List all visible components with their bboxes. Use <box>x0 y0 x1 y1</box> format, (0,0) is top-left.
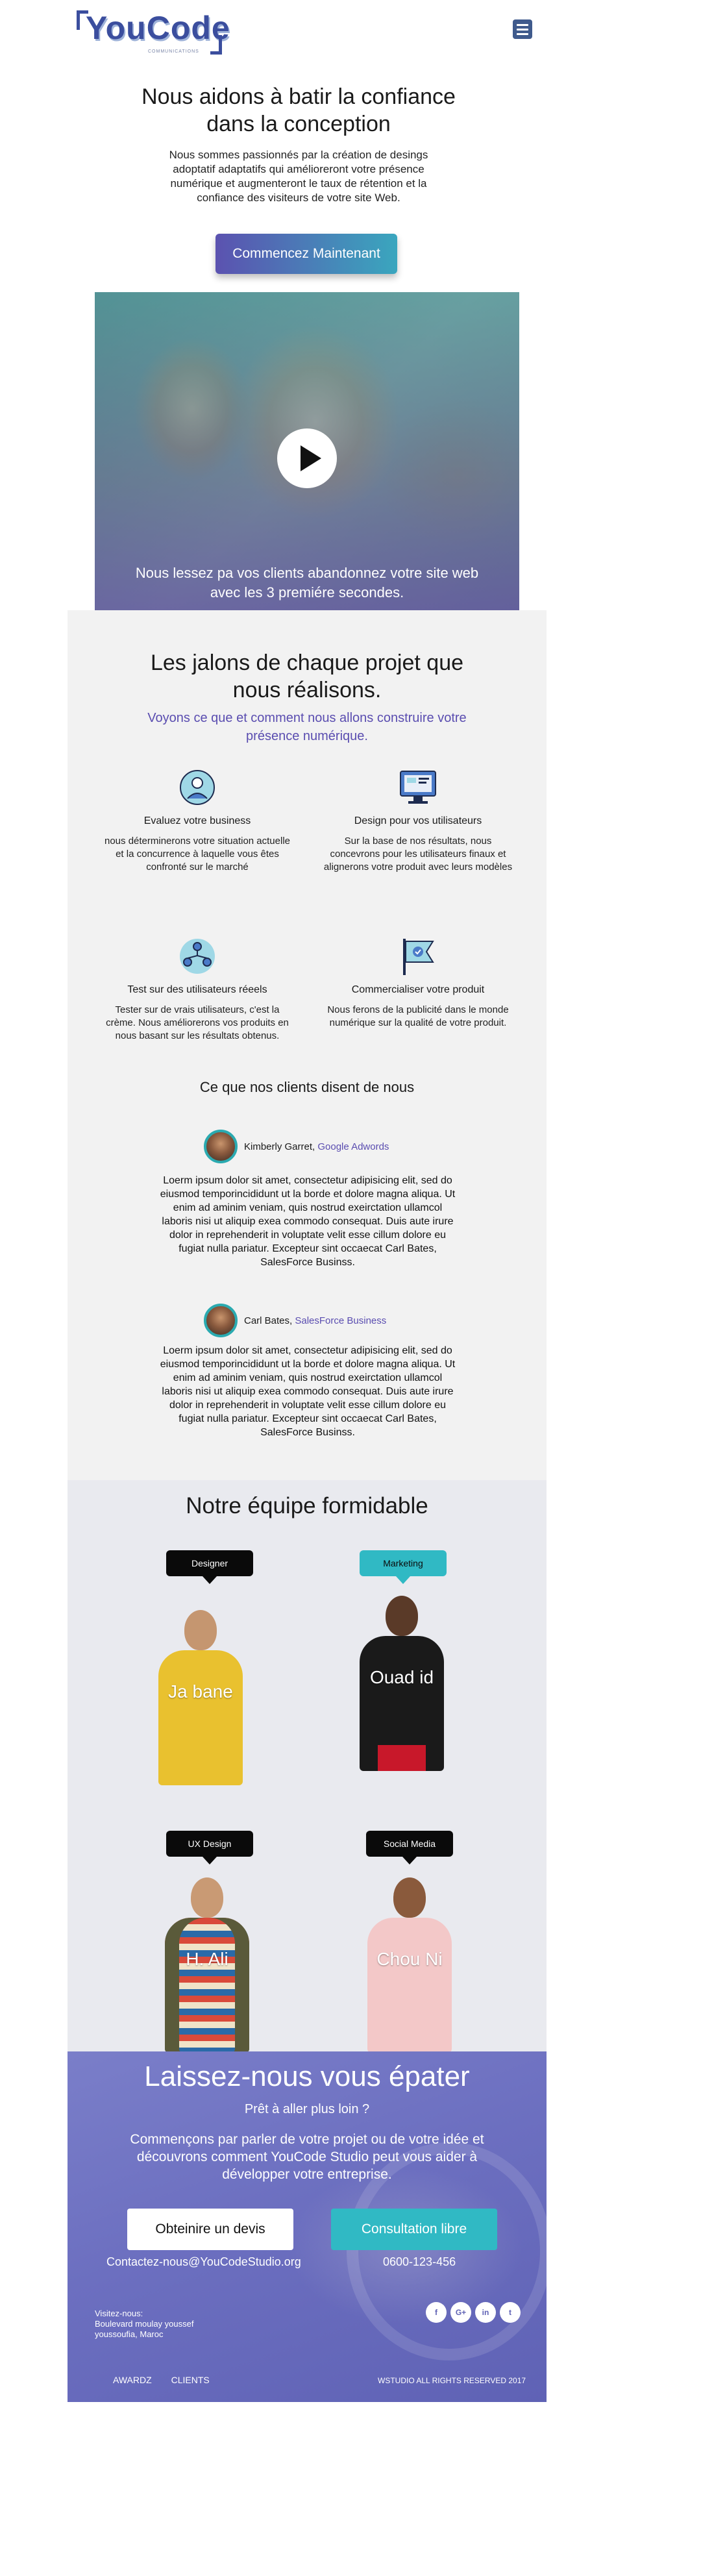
member-body <box>367 1918 452 2053</box>
member-head <box>191 1877 223 1918</box>
get-quote-button[interactable]: Obteinire un devis <box>127 2209 293 2250</box>
copyright-text: WSTUDIO ALL RIGHTS RESERVED 2017 <box>378 2376 526 2385</box>
feature-title: Commercialiser votre produit <box>351 984 485 995</box>
feature-design: Design pour vos utilisateurs Sur la base… <box>321 766 515 874</box>
team-section: Notre équipe formidable Designer Ja bane… <box>68 1480 547 2053</box>
author-company[interactable]: SalesForce Business <box>295 1315 386 1326</box>
avatar <box>204 1304 238 1337</box>
start-now-button[interactable]: Commencez Maintenant <box>215 234 397 274</box>
users-network-icon <box>176 935 219 978</box>
monitor-design-icon <box>397 766 439 809</box>
member-name: Ouad id <box>369 1667 434 1687</box>
visit-label: Visitez-nous: <box>95 2309 143 2318</box>
footer-title: Laissez-nous vous épater <box>144 2061 470 2092</box>
testimonial-text: Loerm ipsum dolor sit amet, consectetur … <box>160 1345 456 1438</box>
author-name: Kimberly Garret, <box>244 1141 318 1152</box>
address-block: Visitez-nous: Boulevard moulay youssef y… <box>95 2309 238 2340</box>
team-member-card[interactable]: Ja bane <box>152 1610 249 1785</box>
member-name: Ja bane <box>168 1681 233 1702</box>
feature-text: Sur la base de nos résultats, nous conce… <box>323 836 513 873</box>
youcode-logo[interactable]: YouCode COMMUNICATIONS <box>77 9 232 55</box>
feature-test: Test sur des utilisateurs réeels Tester … <box>100 935 295 1043</box>
member-body <box>165 1918 249 2053</box>
team-member-card[interactable]: H. Ali <box>158 1877 256 2053</box>
author-company[interactable]: Google Adwords <box>317 1141 389 1152</box>
team-member-card[interactable]: Chou Ni <box>361 1877 458 2053</box>
role-badge: Social Media <box>366 1831 453 1864</box>
free-consultation-button[interactable]: Consultation libre <box>331 2209 497 2250</box>
flag-check-icon <box>397 935 439 978</box>
menu-line <box>517 24 528 26</box>
testimonial-author: Kimberly Garret, Google Adwords <box>244 1141 389 1152</box>
contact-email-link[interactable]: Contactez-nous@YouCodeStudio.org <box>106 2255 301 2269</box>
footer-link-clients[interactable]: CLIENTS <box>171 2375 210 2385</box>
promo-video[interactable]: Nous lessez pa vos clients abandonnez vo… <box>95 292 519 632</box>
address-text: Boulevard moulay youssef youssoufia, Mar… <box>95 2319 194 2339</box>
testimonials-title: Ce que nos clients disent de nous <box>199 1079 415 1095</box>
feature-title: Evaluez votre business <box>143 815 251 826</box>
team-member-card[interactable]: Ouad id <box>353 1596 450 1771</box>
feature-market: Commercialiser votre produit Nous ferons… <box>321 935 515 1030</box>
footer-subtitle: Prêt à aller plus loin ? <box>244 2102 370 2116</box>
globe-person-icon <box>176 766 219 809</box>
footer-description: Commençons par parler de votre projet ou… <box>130 2132 484 2182</box>
member-name: H. Ali <box>186 1949 228 1969</box>
hero-description: Nous sommes passionnés par la création d… <box>169 149 428 204</box>
member-body <box>158 1650 243 1785</box>
milestones-subtitle: Voyons ce que et comment nous allons con… <box>147 711 467 743</box>
linkedin-icon[interactable]: in <box>475 2302 496 2323</box>
member-legs <box>378 1745 426 1771</box>
role-badge: Designer <box>166 1550 253 1584</box>
social-links: f G+ in t <box>426 2302 524 2323</box>
play-icon[interactable] <box>277 428 337 488</box>
author-name: Carl Bates, <box>244 1315 295 1326</box>
contact-phone-link[interactable]: 0600-123-456 <box>383 2255 456 2269</box>
footer-links: AWARDZ CLIENTS <box>113 2375 229 2385</box>
footer-link-awardz[interactable]: AWARDZ <box>113 2375 152 2385</box>
feature-title: Design pour vos utilisateurs <box>354 815 482 826</box>
role-badge: UX Design <box>166 1831 253 1864</box>
member-name: Chou Ni <box>376 1949 443 1969</box>
logo-text: YouCode <box>86 10 230 46</box>
contact-footer: Laissez-nous vous épater Prêt à aller pl… <box>68 2051 547 2402</box>
logo-subtext: COMMUNICATIONS <box>148 49 199 54</box>
milestones-section: Les jalons de chaque projet que nous réa… <box>68 610 547 1480</box>
video-caption: Nous lessez pa vos clients abandonnez vo… <box>135 565 479 601</box>
menu-line <box>517 33 528 35</box>
member-head <box>393 1877 426 1918</box>
feature-text: Nous ferons de la publicité dans le mond… <box>327 1004 509 1028</box>
menu-line <box>517 29 528 31</box>
facebook-icon[interactable]: f <box>426 2302 447 2323</box>
feature-evaluate: Evaluez votre business nous détermineron… <box>100 766 295 874</box>
testimonial-text: Loerm ipsum dolor sit amet, consectetur … <box>160 1175 456 1268</box>
feature-text: nous déterminerons votre situation actue… <box>105 836 290 873</box>
testimonial-author: Carl Bates, SalesForce Business <box>244 1315 386 1326</box>
avatar <box>204 1130 238 1163</box>
google-plus-icon[interactable]: G+ <box>450 2302 471 2323</box>
feature-title: Test sur des utilisateurs réeels <box>127 984 267 995</box>
twitter-icon[interactable]: t <box>500 2302 521 2323</box>
hamburger-menu-icon[interactable] <box>513 19 532 39</box>
feature-text: Tester sur de vrais utilisateurs, c'est … <box>106 1004 289 1041</box>
member-head <box>184 1610 217 1650</box>
hero-title: Nous aidons à batir la confiance dans la… <box>141 84 456 136</box>
role-badge: Marketing <box>360 1550 447 1584</box>
milestones-title: Les jalons de chaque projet que nous réa… <box>150 650 464 702</box>
logo-bracket-right <box>210 35 222 55</box>
member-head <box>386 1596 418 1636</box>
team-title: Notre équipe formidable <box>186 1493 428 1518</box>
